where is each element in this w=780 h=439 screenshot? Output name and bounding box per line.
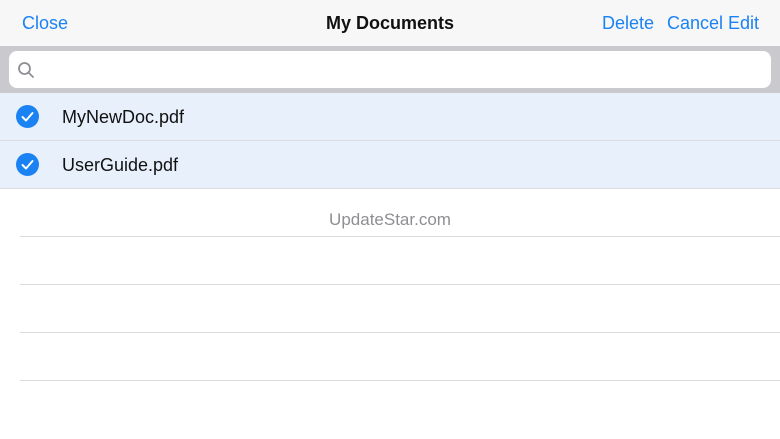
search-bar <box>0 46 780 93</box>
empty-row <box>20 237 780 285</box>
document-list: MyNewDoc.pdf UserGuide.pdf <box>0 93 780 428</box>
empty-row <box>20 381 780 428</box>
checkmark-circle-icon[interactable] <box>16 153 39 176</box>
list-item[interactable]: UserGuide.pdf <box>0 141 780 189</box>
page-title: My Documents <box>325 13 455 33</box>
navigation-bar: Close My Documents Delete Cancel Edit <box>0 0 780 46</box>
empty-row <box>20 189 780 237</box>
checkmark-circle-icon[interactable] <box>16 105 39 128</box>
cancel-edit-button[interactable]: Cancel Edit <box>667 12 759 34</box>
empty-row <box>20 285 780 333</box>
search-field[interactable] <box>9 51 771 88</box>
delete-button[interactable]: Delete <box>602 12 654 34</box>
search-input[interactable] <box>41 51 761 88</box>
document-name: MyNewDoc.pdf <box>62 107 185 127</box>
search-icon <box>18 62 34 78</box>
list-item[interactable]: MyNewDoc.pdf <box>0 93 780 141</box>
close-button[interactable]: Close <box>22 12 68 34</box>
empty-row <box>20 333 780 381</box>
document-name: UserGuide.pdf <box>62 155 179 175</box>
